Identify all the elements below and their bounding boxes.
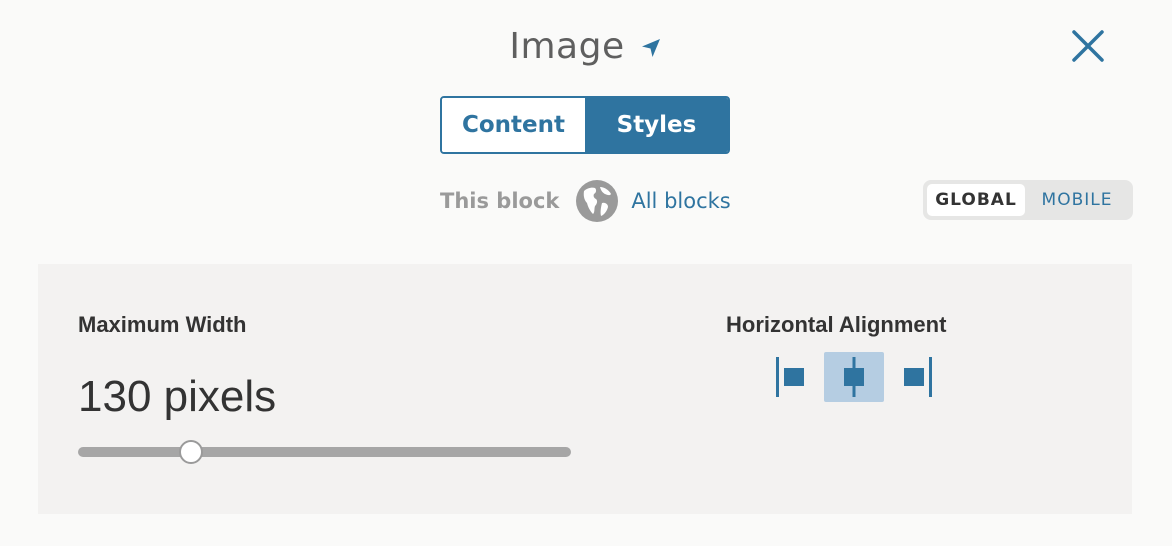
globe-icon — [575, 179, 619, 223]
horizontal-alignment-label: Horizontal Alignment — [726, 312, 947, 337]
dialog-header: Image — [0, 18, 1172, 74]
styles-panel: Maximum Width 130 pixels Horizontal Alig… — [38, 264, 1132, 514]
align-left-icon — [776, 357, 804, 397]
image-settings-dialog: Image Content Styles This block All bloc… — [0, 0, 1172, 546]
location-arrow-icon — [639, 36, 663, 60]
this-block-option[interactable]: This block — [440, 189, 559, 213]
tab-styles[interactable]: Styles — [585, 98, 728, 152]
tab-content[interactable]: Content — [442, 98, 585, 152]
max-width-slider-thumb[interactable] — [179, 440, 204, 464]
align-center-button[interactable] — [824, 352, 884, 402]
scope-selector: This block All blocks — [440, 178, 731, 224]
align-right-icon — [904, 357, 932, 397]
device-toggle: GLOBAL MOBILE — [923, 180, 1133, 220]
align-center-icon — [844, 357, 864, 397]
max-width-label: Maximum Width — [78, 312, 247, 337]
alignment-options — [768, 352, 940, 402]
max-width-slider[interactable] — [78, 447, 571, 457]
max-width-value: 130 pixels — [78, 372, 277, 421]
close-button[interactable] — [1068, 26, 1108, 66]
all-blocks-option[interactable]: All blocks — [631, 189, 730, 213]
align-right-button[interactable] — [896, 352, 940, 402]
align-left-button[interactable] — [768, 352, 812, 402]
mobile-toggle[interactable]: MOBILE — [1025, 184, 1129, 216]
close-icon — [1072, 30, 1104, 62]
global-toggle[interactable]: GLOBAL — [927, 184, 1025, 216]
dialog-title: Image — [509, 25, 625, 67]
content-styles-tabs: Content Styles — [440, 96, 730, 154]
